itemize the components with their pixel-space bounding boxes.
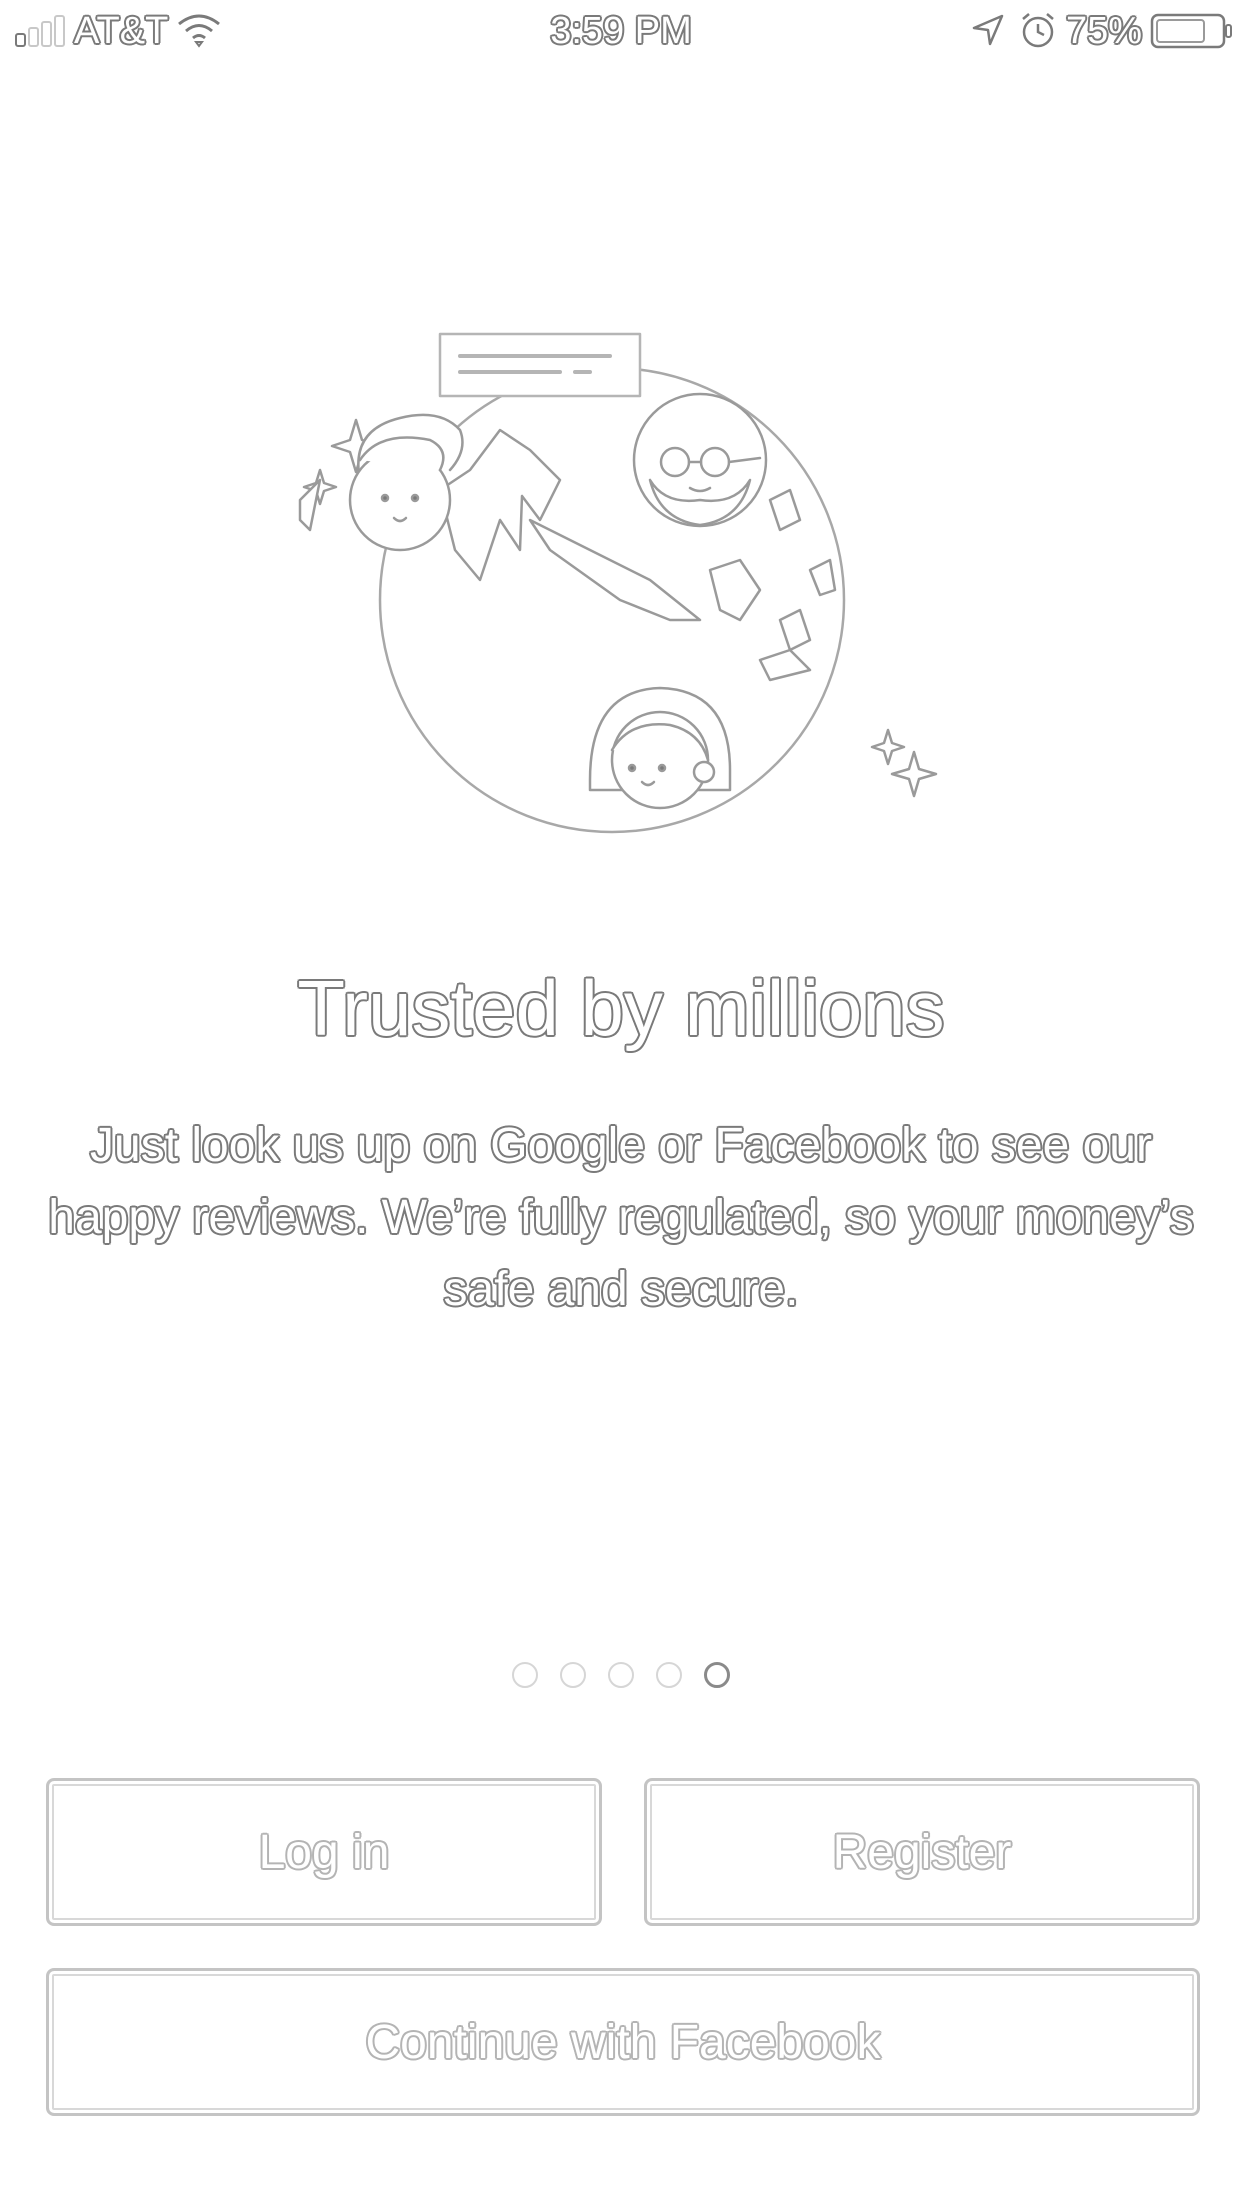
pager-dots [0,1662,1242,1688]
battery-percent: 75% [1066,10,1143,52]
onboarding-body: Just look us up on Google or Facebook to… [48,1119,1194,1316]
register-button[interactable]: Register [644,1778,1200,1926]
onboarding-title: Trusted by millions [297,964,945,1052]
status-bar: AT&T 3:59 PM 75% [0,0,1242,62]
continue-with-facebook-button[interactable]: Continue with Facebook [46,1968,1200,2116]
pager-dot[interactable] [560,1662,586,1688]
pager-dot[interactable] [512,1662,538,1688]
pager-dot[interactable] [656,1662,682,1688]
pager-dot[interactable] [608,1662,634,1688]
location-arrow-icon [972,14,1004,46]
facebook-button-label: Continue with Facebook [365,2015,881,2069]
globe-with-people-illustration [298,332,938,834]
battery-icon [1150,13,1232,49]
pager-dot-active[interactable] [704,1662,730,1688]
register-button-label: Register [832,1825,1012,1879]
login-button-label: Log in [258,1825,390,1879]
alarm-clock-icon [1022,13,1054,48]
login-button[interactable]: Log in [46,1778,602,1926]
